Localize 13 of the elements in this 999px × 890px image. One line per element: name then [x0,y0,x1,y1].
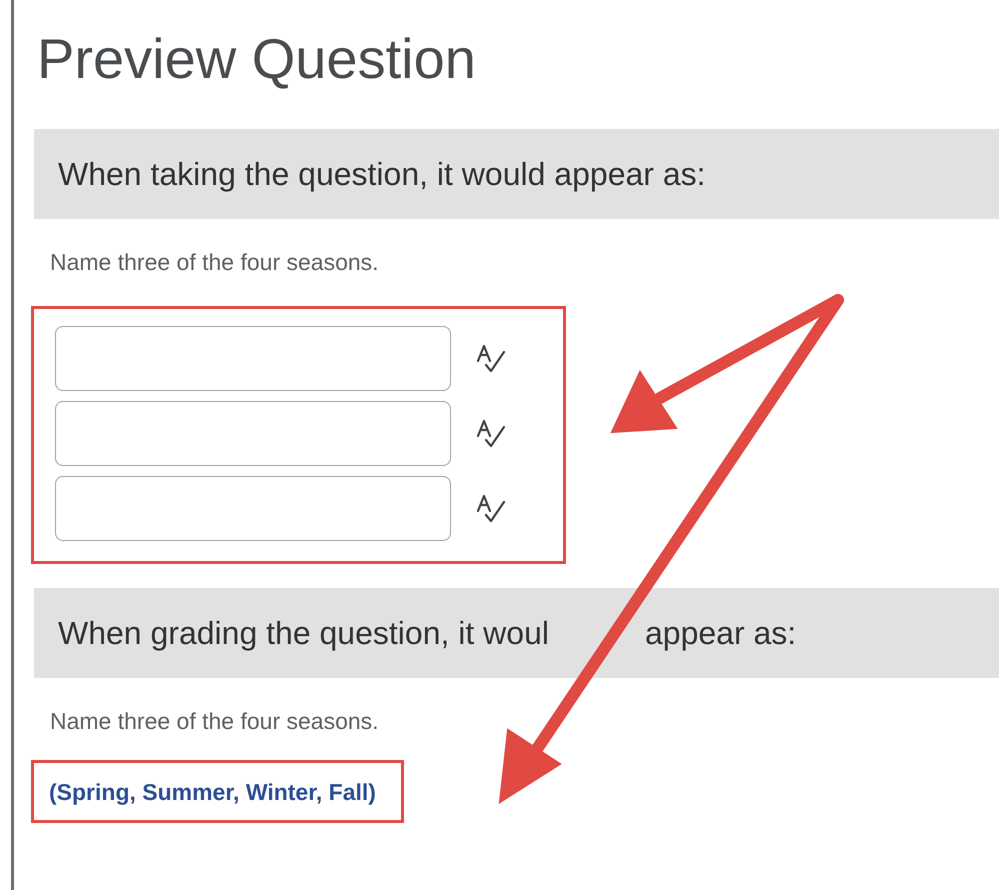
question-text: Name three of the four seasons. [50,708,380,735]
section-header: appear as: [644,614,796,652]
spellcheck-icon[interactable] [475,494,507,524]
section-header: When taking the question, it would appear as: [58,156,706,192]
page-title: Preview Question [36,26,477,92]
answer-key: (Spring, Summer, Winter, Fall) [31,760,404,823]
spellcheck-icon[interactable] [475,344,507,374]
answer-field[interactable] [55,326,451,391]
answer-field[interactable] [55,476,451,541]
question-text: Name three of the four seasons. [50,249,380,276]
section-header: When grading the question, it woul [58,614,549,652]
answer-field[interactable] [55,401,451,466]
spellcheck-icon[interactable] [475,418,507,448]
